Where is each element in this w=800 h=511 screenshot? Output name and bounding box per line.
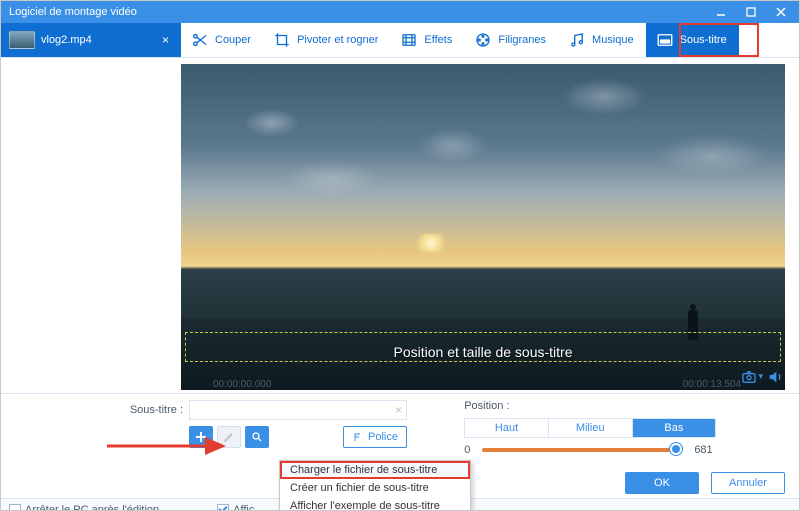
bottom-panel: Sous-titre : ×: [1, 393, 799, 510]
subtitle-text-input[interactable]: ×: [189, 400, 407, 420]
position-middle[interactable]: Milieu: [549, 419, 633, 437]
shutdown-label: Arrêter le PC après l'édition: [25, 504, 159, 511]
minimize-button[interactable]: [707, 3, 735, 21]
volume-button[interactable]: [767, 369, 783, 388]
subtitle-add-menu: Charger le fichier de sous-titre Créer u…: [279, 460, 471, 511]
music-note-icon: [568, 31, 586, 49]
film-icon: [400, 31, 418, 49]
scissors-icon: [191, 31, 209, 49]
snapshot-button[interactable]: [740, 369, 758, 388]
subtitle-field-label: Sous-titre :: [15, 404, 183, 416]
crop-icon: [273, 31, 291, 49]
close-button[interactable]: [767, 3, 795, 21]
file-close-icon[interactable]: ×: [158, 33, 173, 47]
cancel-button[interactable]: Annuler: [711, 472, 785, 494]
menu-create-subtitle[interactable]: Créer un fichier de sous-titre: [280, 479, 470, 497]
show-checkbox-row[interactable]: Affic: [217, 504, 254, 511]
menu-load-subtitle[interactable]: Charger le fichier de sous-titre: [280, 461, 470, 479]
file-name: vlog2.mp4: [41, 34, 152, 46]
shutdown-checkbox-row[interactable]: Arrêter le PC après l'édition: [9, 504, 159, 511]
video-preview[interactable]: Position et taille de sous-titre: [181, 64, 785, 390]
position-bottom[interactable]: Bas: [633, 419, 716, 437]
font-button[interactable]: Police: [343, 426, 407, 448]
clear-input-icon[interactable]: ×: [395, 403, 402, 417]
ok-button[interactable]: OK: [625, 472, 699, 494]
playback-right-icons: ▾: [740, 369, 783, 388]
preview-column: Position et taille de sous-titre 00:00:0…: [181, 58, 799, 420]
slider-thumb[interactable]: [670, 443, 682, 455]
shutdown-checkbox[interactable]: [9, 504, 21, 511]
position-top[interactable]: Haut: [465, 419, 549, 437]
subtitle-controls: Sous-titre : ×: [15, 400, 446, 494]
subtitle-icon: [656, 31, 674, 49]
subtitle-preview-text: Position et taille de sous-titre: [181, 344, 785, 360]
maximize-button[interactable]: [737, 3, 765, 21]
bottom-main: Sous-titre : ×: [1, 394, 799, 498]
tab-effects[interactable]: Effets: [390, 23, 464, 57]
show-checkbox[interactable]: [217, 504, 229, 511]
main-area: Position et taille de sous-titre 00:00:0…: [1, 58, 799, 420]
window-title: Logiciel de montage vidéo: [5, 6, 705, 18]
toolbar-row: vlog2.mp4 × Couper Pivoter et rogner Eff…: [1, 23, 799, 58]
tab-cut[interactable]: Couper: [181, 23, 263, 57]
reel-icon: [474, 31, 492, 49]
left-sidebar: [1, 58, 181, 420]
position-slider[interactable]: [482, 448, 682, 452]
tab-rotate-crop[interactable]: Pivoter et rogner: [263, 23, 390, 57]
show-label: Affic: [233, 504, 254, 511]
tab-watermark[interactable]: Filigranes: [464, 23, 558, 57]
position-controls: Position : Haut Milieu Bas 0 681 OK Annu…: [464, 400, 785, 494]
menu-example-subtitle[interactable]: Afficher l'exemple de sous-titre: [280, 497, 470, 511]
time-current-label: 00:00:00.000: [213, 379, 271, 390]
search-subtitle-button[interactable]: [245, 426, 269, 448]
file-thumbnail: [9, 31, 35, 49]
position-segmented: Haut Milieu Bas: [464, 418, 716, 438]
tab-music[interactable]: Musique: [558, 23, 646, 57]
snapshot-dropdown-icon[interactable]: ▾: [758, 371, 763, 382]
annotation-arrow: [103, 436, 233, 456]
tab-subtitle[interactable]: Sous-titre: [646, 23, 739, 57]
title-bar: Logiciel de montage vidéo: [1, 1, 799, 23]
tool-tabs: Couper Pivoter et rogner Effets Filigran…: [181, 23, 799, 57]
slider-value: 681: [694, 444, 712, 456]
slider-min: 0: [464, 444, 470, 456]
position-label: Position :: [464, 400, 785, 412]
time-total-label: 00:00:13.504: [683, 379, 741, 390]
file-tab[interactable]: vlog2.mp4 ×: [1, 23, 181, 57]
app-window: Logiciel de montage vidéo vlog2.mp4 × Co…: [0, 0, 800, 511]
